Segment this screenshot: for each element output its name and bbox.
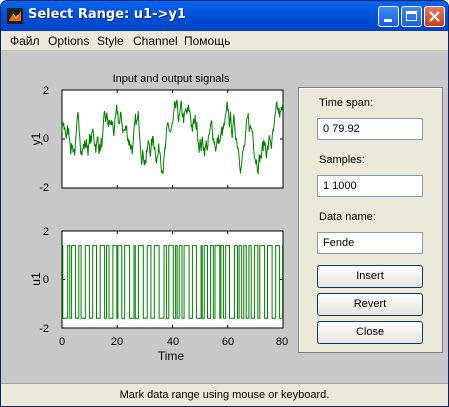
range-panel: Time span: 0 79.92 Samples: 1 1000 Data … — [298, 87, 443, 353]
time-span-label: Time span: — [319, 97, 374, 109]
u1-tick-label-neg2: -2 — [39, 323, 49, 335]
x-axis-label: Time — [158, 349, 185, 363]
matlab-logo-icon — [7, 8, 23, 24]
window-title: Select Range: u1->y1 — [28, 7, 186, 22]
status-bar: Mark data range using mouse or keyboard. — [1, 383, 448, 406]
y1-axes[interactable]: 2 0 -2 y1 — [29, 85, 284, 194]
minimize-button[interactable] — [378, 6, 399, 27]
menu-style[interactable]: Style — [97, 34, 124, 48]
u1-axis-label: u1 — [29, 272, 43, 286]
close-button[interactable]: Close — [317, 321, 423, 344]
y1-tick-label-2: 2 — [43, 85, 49, 97]
x-tick-label-80: 80 — [276, 336, 288, 348]
revert-button[interactable]: Revert — [317, 293, 423, 316]
data-name-label: Data name: — [319, 211, 376, 223]
u1-tick-label-0: 0 — [43, 274, 49, 286]
u1-axes[interactable]: 2 0 -2 u1 0 20 40 60 80 Time — [29, 226, 288, 363]
x-tick-label-40: 40 — [167, 336, 179, 348]
select-range-window: Select Range: u1->y1 Файл Options Style … — [0, 0, 449, 407]
menu-channel[interactable]: Channel — [133, 34, 178, 48]
samples-label: Samples: — [319, 154, 365, 166]
samples-field[interactable]: 1 1000 — [317, 175, 423, 197]
menu-bar: Файл Options Style Channel Помощь — [1, 31, 448, 51]
plot-title: Input and output signals — [113, 73, 230, 85]
menu-options[interactable]: Options — [48, 34, 89, 48]
y1-tick-label-neg2: -2 — [39, 182, 49, 194]
time-span-field[interactable]: 0 79.92 — [317, 118, 423, 140]
u1-tick-label-2: 2 — [43, 226, 49, 238]
maximize-button[interactable] — [401, 6, 422, 27]
y1-axis-label: y1 — [29, 132, 43, 145]
minimize-icon — [384, 19, 392, 22]
figure-canvas: Input and output signals 2 0 -2 y1 2 0 -… — [1, 51, 448, 383]
menu-file[interactable]: Файл — [10, 34, 40, 48]
x-tick-label-60: 60 — [222, 336, 234, 348]
x-tick-label-20: 20 — [111, 336, 123, 348]
data-name-field[interactable]: Fende — [317, 232, 423, 254]
menu-help[interactable]: Помощь — [184, 34, 230, 48]
close-window-button[interactable] — [424, 6, 445, 27]
maximize-icon — [406, 11, 417, 21]
y1-plot-area[interactable] — [61, 89, 284, 189]
insert-button[interactable]: Insert — [317, 265, 423, 288]
close-icon — [429, 11, 440, 22]
title-bar[interactable]: Select Range: u1->y1 — [1, 1, 448, 31]
y1-tick-label-0: 0 — [43, 133, 49, 145]
x-tick-label-0: 0 — [59, 336, 65, 348]
